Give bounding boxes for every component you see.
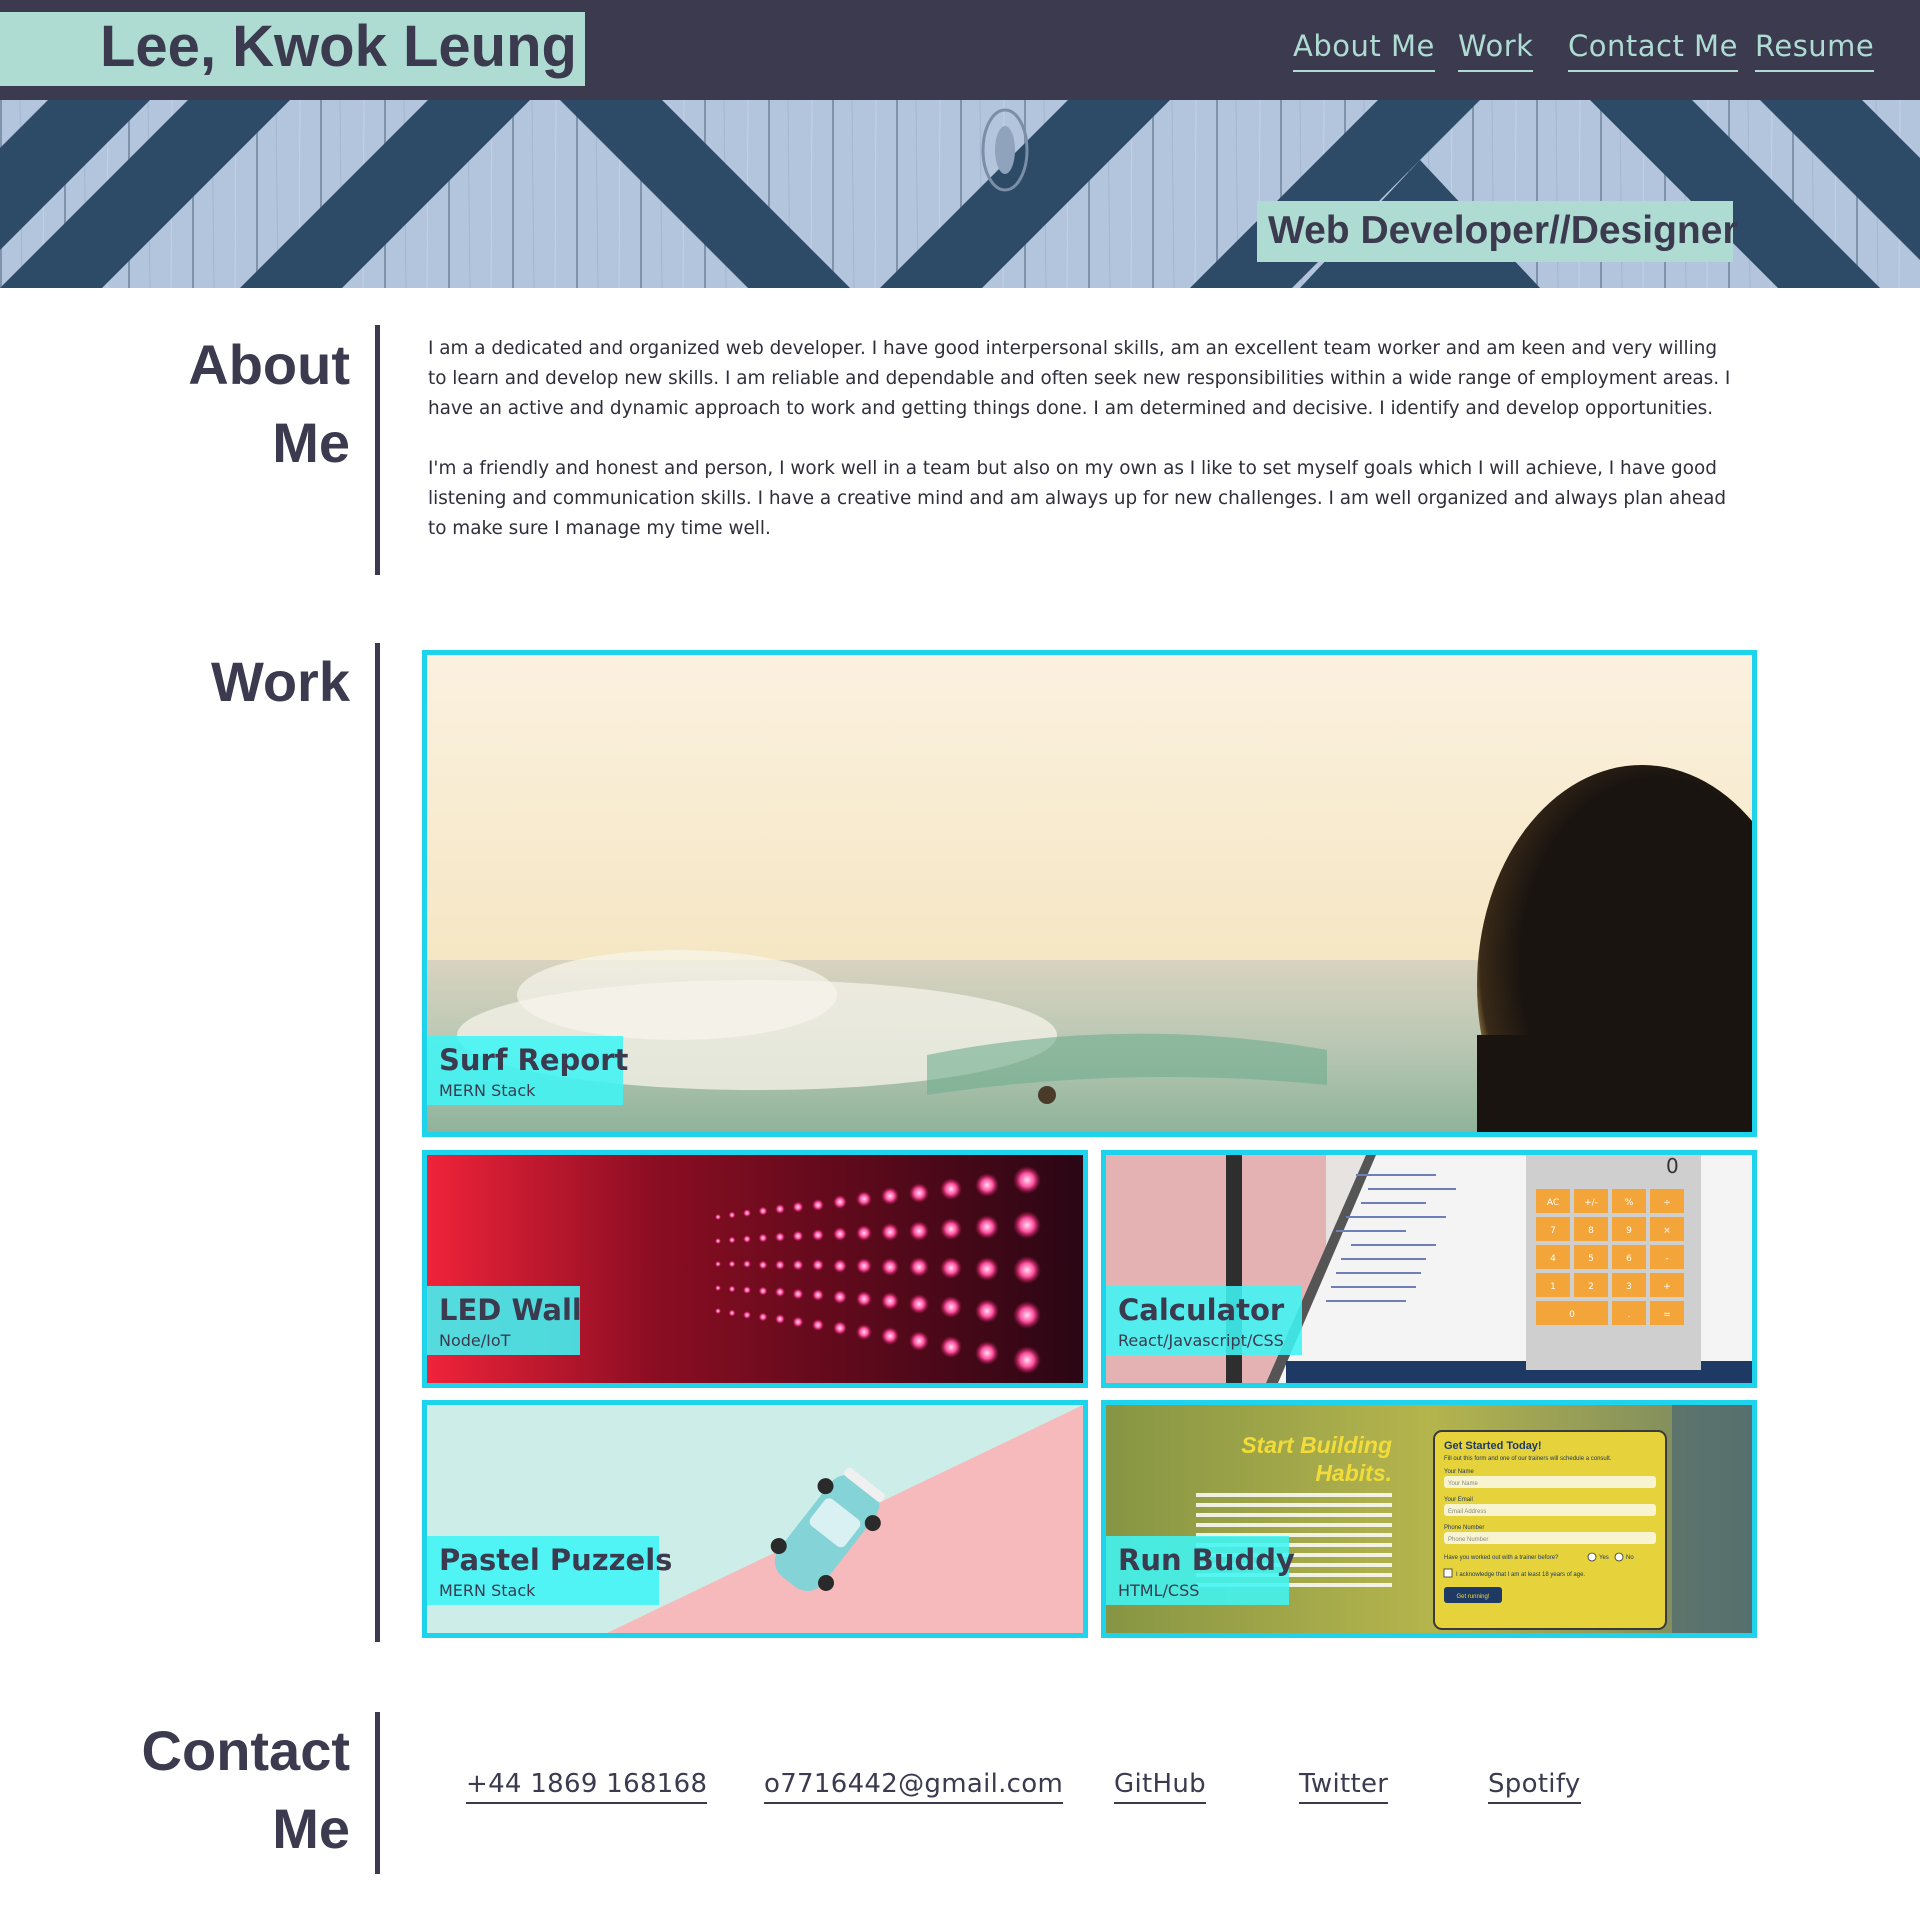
nav-work-link[interactable]: Work xyxy=(1458,26,1534,72)
run-buddy-email-placeholder: Email Address xyxy=(1448,1509,1486,1515)
work-heading: Work xyxy=(211,643,350,721)
calc-key-percent: % xyxy=(1625,1198,1634,1208)
run-buddy-title: Run Buddy xyxy=(1118,1543,1295,1577)
pastel-puzzels-title: Pastel Puzzels xyxy=(439,1543,673,1577)
nav-resume-link[interactable]: Resume xyxy=(1755,26,1875,72)
run-buddy-phone-placeholder: Phone Number xyxy=(1448,1537,1488,1543)
run-buddy-form-intro: Fill out this form and one of our traine… xyxy=(1444,1456,1612,1462)
calc-key-5: 5 xyxy=(1588,1254,1594,1264)
about-divider xyxy=(375,325,380,575)
calc-key-decimal: . xyxy=(1628,1310,1631,1320)
calculator-display: 0 xyxy=(1666,1155,1679,1178)
about-paragraph-2: I'm a friendly and honest and person, I … xyxy=(428,458,1727,539)
calc-key-4: 4 xyxy=(1550,1254,1556,1264)
surf-report-stack: MERN Stack xyxy=(439,1081,536,1100)
pastel-puzzels-stack: MERN Stack xyxy=(439,1581,536,1600)
led-wall-title: LED Wall xyxy=(439,1293,582,1327)
calc-key-6: 6 xyxy=(1626,1254,1632,1264)
run-buddy-headline-1: Start Building xyxy=(1241,1432,1392,1458)
contact-heading: Contact Me xyxy=(142,1712,350,1868)
contact-phone-link[interactable]: +44 1869 168168 xyxy=(466,1766,708,1804)
project-card-calculator[interactable]: 0 AC +/- % ÷ 7 8 9 × 4 5 6 - 1 2 3 + 0 . xyxy=(1101,1150,1757,1388)
calc-key-multiply: × xyxy=(1663,1226,1671,1236)
contact-heading-line2: Me xyxy=(272,1797,350,1860)
tagline: Web Developer//Designer xyxy=(1268,209,1738,252)
calc-key-9: 9 xyxy=(1626,1226,1632,1236)
work-heading-text: Work xyxy=(211,650,350,713)
contact-twitter-link[interactable]: Twitter xyxy=(1299,1766,1389,1804)
run-buddy-name-label: Your Name xyxy=(1444,1469,1474,1475)
run-buddy-no: No xyxy=(1626,1555,1634,1561)
calculator-label: Calculator React/Javascript/CSS xyxy=(1106,1286,1302,1355)
run-buddy-acknowledge: I acknowledge that I am at least 18 year… xyxy=(1456,1572,1585,1578)
contact-divider xyxy=(375,1712,380,1874)
calc-key-plus: + xyxy=(1663,1282,1671,1292)
calc-key-1: 1 xyxy=(1550,1282,1556,1292)
run-buddy-form-title: Get Started Today! xyxy=(1444,1440,1542,1452)
run-buddy-stack: HTML/CSS xyxy=(1118,1581,1200,1600)
contact-github-link[interactable]: GitHub xyxy=(1114,1766,1206,1804)
led-wall-label: LED Wall Node/IoT xyxy=(427,1286,582,1355)
calc-key-7: 7 xyxy=(1550,1226,1556,1236)
contact-spotify-link[interactable]: Spotify xyxy=(1488,1766,1581,1804)
calc-key-minus: - xyxy=(1665,1254,1668,1264)
run-buddy-name-placeholder: Your Name xyxy=(1448,1481,1478,1487)
pastel-puzzels-label: Pastel Puzzels MERN Stack xyxy=(427,1536,673,1605)
about-paragraph-1: I am a dedicated and organized web devel… xyxy=(428,338,1731,419)
run-buddy-button: Get running! xyxy=(1456,1594,1489,1600)
run-buddy-headline-2: Habits. xyxy=(1315,1460,1392,1486)
nav-about-me-link[interactable]: About Me xyxy=(1293,26,1435,72)
contact-email-link[interactable]: o7716442@gmail.com xyxy=(764,1766,1064,1804)
project-card-run-buddy[interactable]: Start Building Habits. Get Started Today… xyxy=(1101,1400,1757,1638)
calc-key-2: 2 xyxy=(1588,1282,1594,1292)
calc-key-0: 0 xyxy=(1569,1310,1575,1320)
project-card-led-wall[interactable]: LED Wall Node/IoT xyxy=(422,1150,1088,1388)
work-divider xyxy=(375,643,380,1642)
contact-heading-line1: Contact xyxy=(141,1719,350,1782)
about-heading-line2: Me xyxy=(272,411,350,474)
about-heading-line1: About xyxy=(188,333,350,396)
run-buddy-label: Run Buddy HTML/CSS xyxy=(1106,1536,1295,1605)
calc-key-ac: AC xyxy=(1547,1198,1559,1208)
run-buddy-phone-label: Phone Number xyxy=(1444,1525,1484,1531)
project-card-surf-report[interactable]: Surf Report MERN Stack xyxy=(422,650,1757,1137)
led-wall-stack: Node/IoT xyxy=(439,1331,511,1350)
surf-report-title: Surf Report xyxy=(439,1043,629,1077)
calc-key-8: 8 xyxy=(1588,1226,1594,1236)
run-buddy-email-label: Your Email xyxy=(1444,1497,1473,1503)
calc-key-3: 3 xyxy=(1626,1282,1632,1292)
project-card-pastel-puzzels[interactable]: Pastel Puzzels MERN Stack xyxy=(422,1400,1088,1638)
calculator-stack: React/Javascript/CSS xyxy=(1118,1331,1284,1350)
calc-key-divide: ÷ xyxy=(1663,1198,1671,1208)
surf-report-label: Surf Report MERN Stack xyxy=(427,1036,629,1105)
calc-key-sign: +/- xyxy=(1584,1198,1598,1208)
run-buddy-question: Have you worked out with a trainer befor… xyxy=(1444,1555,1559,1561)
run-buddy-yes: Yes xyxy=(1599,1555,1609,1561)
calc-key-equals: = xyxy=(1663,1310,1671,1320)
site-owner-name: Lee, Kwok Leung xyxy=(100,14,577,79)
nav-contact-me-link[interactable]: Contact Me xyxy=(1568,26,1738,72)
about-heading: About Me xyxy=(188,326,350,482)
calculator-title: Calculator xyxy=(1118,1293,1285,1327)
site-header: Lee, Kwok Leung About Me Work Contact Me… xyxy=(0,0,1920,100)
